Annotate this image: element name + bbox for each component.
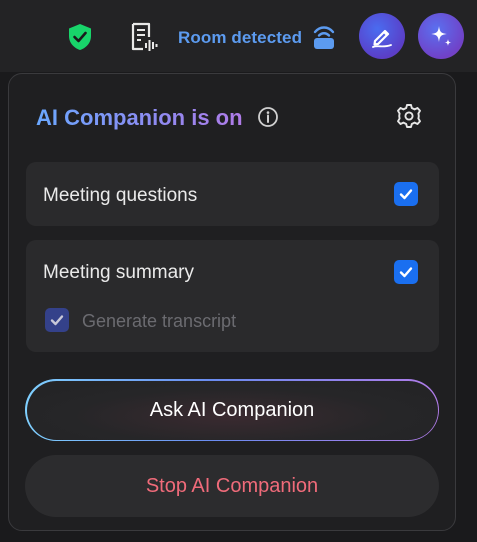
top-toolbar: Room detected — [0, 0, 477, 72]
shield-check-icon[interactable] — [66, 22, 94, 52]
checkmark-icon — [50, 315, 64, 326]
room-status-text[interactable]: Room detected — [178, 28, 302, 48]
gear-icon[interactable] — [395, 102, 423, 130]
whiteboard-button[interactable] — [359, 13, 405, 59]
checkmark-icon — [399, 189, 413, 200]
meeting-questions-label: Meeting questions — [43, 185, 198, 206]
meeting-summary-label: Meeting summary — [43, 262, 194, 283]
ai-companion-panel: AI Companion is on Meeting questions Mee… — [8, 73, 456, 531]
pen-icon — [372, 29, 392, 48]
meeting-questions-option: Meeting questions — [26, 162, 439, 226]
room-signal-icon[interactable] — [311, 23, 337, 51]
meeting-summary-option: Meeting summary Generate transcript — [26, 240, 439, 352]
checkmark-icon — [399, 267, 413, 278]
ask-ai-companion-button[interactable]: Ask AI Companion — [25, 379, 439, 441]
stop-ai-companion-button[interactable]: Stop AI Companion — [25, 455, 439, 517]
panel-title: AI Companion is on — [36, 105, 243, 130]
sparkle-icon — [431, 26, 452, 46]
ask-ai-companion-label: Ask AI Companion — [26, 380, 438, 440]
generate-transcript-label: Generate transcript — [82, 311, 237, 331]
info-icon[interactable] — [257, 106, 279, 128]
ai-companion-button[interactable] — [418, 13, 464, 59]
meeting-summary-checkbox[interactable] — [394, 260, 418, 284]
meeting-questions-checkbox[interactable] — [394, 182, 418, 206]
transcript-icon[interactable] — [128, 21, 160, 53]
generate-transcript-checkbox[interactable] — [45, 308, 69, 332]
